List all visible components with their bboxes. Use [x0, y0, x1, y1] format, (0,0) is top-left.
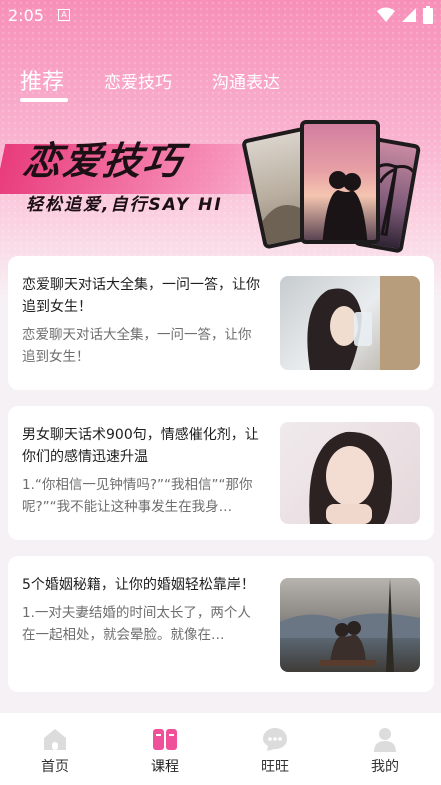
article-summary: 1.“你相信一见钟情吗?”“我相信”“那你呢?”“我不能让这种事发生在我身… — [22, 477, 253, 515]
bottom-nav: 首页 课程 旺旺 我的 — [0, 713, 441, 785]
status-bar: 2:05 A — [0, 0, 441, 30]
nav-chat[interactable]: 旺旺 — [235, 725, 315, 776]
nav-label: 首页 — [41, 759, 69, 775]
article-thumbnail — [280, 276, 420, 370]
article-thumbnail — [280, 578, 420, 672]
article-title: 男女聊天话术900句，情感催化剂，让你们的感情迅速升温 — [22, 427, 259, 465]
promo-banner[interactable]: 恋爱技巧 轻松追爱,自行SAY HI — [0, 118, 441, 258]
status-icons — [377, 6, 433, 24]
book-icon — [153, 729, 177, 750]
notification-a-icon: A — [58, 9, 70, 21]
banner-subtitle: 轻松追爱,自行SAY HI — [26, 195, 223, 215]
nav-label: 旺旺 — [261, 759, 289, 775]
nav-label: 课程 — [151, 759, 179, 775]
article-card[interactable]: 5个婚姻秘籍，让你的婚姻轻松靠岸！ 1.一对夫妻结婚的时间太长了，两个人在一起相… — [8, 556, 434, 692]
profile-icon — [374, 728, 396, 752]
article-thumbnail — [280, 422, 420, 524]
banner-photo-center — [300, 120, 380, 244]
tab-recommend[interactable]: 推荐 — [20, 64, 64, 96]
active-tab-indicator — [20, 98, 68, 102]
chat-icon — [263, 728, 287, 751]
article-title: 恋爱聊天对话大全集，一问一答，让你追到女生！ — [22, 277, 260, 315]
battery-icon — [423, 6, 433, 24]
wifi-icon — [377, 7, 395, 22]
nav-label: 我的 — [371, 759, 399, 775]
category-tabs: 推荐 恋爱技巧 沟通表达 — [0, 60, 441, 106]
status-time: 2:05 — [8, 6, 44, 25]
article-summary: 1.一对夫妻结婚的时间太长了，两个人在一起相处，就会晕脸。就像在… — [22, 605, 251, 643]
tab-communication[interactable]: 沟通表达 — [212, 68, 280, 93]
banner-title: 恋爱技巧 — [20, 139, 187, 183]
nav-home[interactable]: 首页 — [15, 725, 95, 776]
article-summary: 恋爱聊天对话大全集，一问一答，让你追到女生！ — [22, 327, 252, 365]
article-title: 5个婚姻秘籍，让你的婚姻轻松靠岸！ — [22, 577, 255, 593]
article-card[interactable]: 恋爱聊天对话大全集，一问一答，让你追到女生！ 恋爱聊天对话大全集，一问一答，让你… — [8, 256, 434, 390]
tab-love-skills[interactable]: 恋爱技巧 — [104, 68, 172, 93]
home-icon — [44, 729, 66, 750]
nav-profile[interactable]: 我的 — [345, 725, 425, 776]
article-card[interactable]: 男女聊天话术900句，情感催化剂，让你们的感情迅速升温 1.“你相信一见钟情吗?… — [8, 406, 434, 540]
signal-icon — [402, 8, 416, 22]
nav-courses[interactable]: 课程 — [125, 725, 205, 776]
